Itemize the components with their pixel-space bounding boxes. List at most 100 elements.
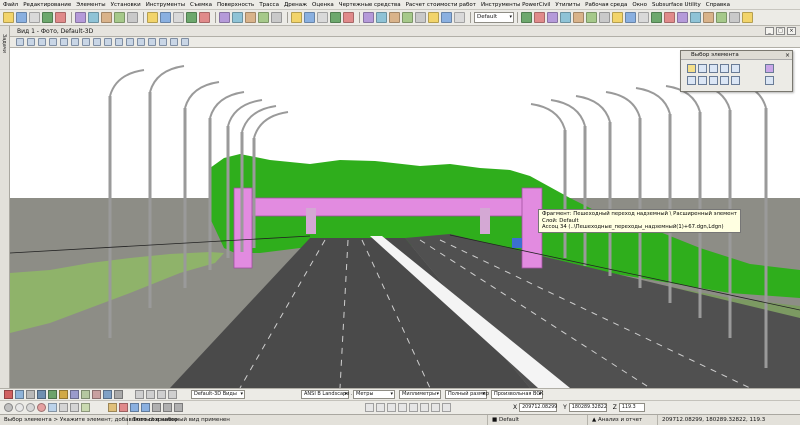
view-next-icon[interactable] [104,38,112,46]
paste-35-icon[interactable] [547,12,558,23]
camera-icon[interactable] [126,38,134,46]
acs-combo[interactable]: Произвольная ВСК ▾ [491,390,543,399]
block-select-icon[interactable] [698,64,707,73]
car-icon[interactable] [37,390,46,399]
save-42-icon[interactable] [638,12,649,23]
undo-16-icon[interactable] [232,12,243,23]
window-area-icon[interactable] [49,38,57,46]
copy-icon[interactable] [141,403,150,412]
save-32-icon[interactable] [454,12,465,23]
place-arc-icon[interactable] [376,403,385,412]
paste-15-icon[interactable] [219,12,230,23]
update-view-icon[interactable] [16,38,24,46]
walk-icon[interactable] [115,38,123,46]
help-49-icon[interactable] [729,12,740,23]
close-view-button[interactable]: × [787,27,796,35]
snap-icon[interactable] [4,390,13,399]
new-file-20-icon[interactable] [291,12,302,23]
redo-17-icon[interactable] [245,12,256,23]
open-file-21-icon[interactable] [304,12,315,23]
copy-4-icon[interactable] [55,12,66,23]
cut-13-icon[interactable] [186,12,197,23]
redo-37-icon[interactable] [573,12,584,23]
clip-volume-icon[interactable] [137,38,145,46]
cut-23-icon[interactable] [330,12,341,23]
ring-icon[interactable] [26,403,35,412]
menu-item-11[interactable]: Расчет стоимости работ [406,2,476,8]
redo-7-icon[interactable] [101,12,112,23]
edit-icon[interactable] [108,403,117,412]
menu-item-10[interactable]: Чертежные средства [339,2,401,8]
pattern-icon[interactable] [442,403,451,412]
target-icon[interactable] [37,403,46,412]
print-38-icon[interactable] [586,12,597,23]
rotate-tool-icon[interactable] [152,403,161,412]
zoom-in-icon[interactable] [27,38,35,46]
menu-item-13[interactable]: Утилиты [555,2,580,8]
menu-item-1[interactable]: Редактирование [23,2,71,8]
help-9-icon[interactable] [127,12,138,23]
add-mode-icon[interactable] [687,76,696,85]
select-arrow-icon[interactable] [687,64,696,73]
circle-icon[interactable] [15,403,24,412]
tasks-panel-strip[interactable]: Задачи [0,26,10,388]
new-file-50-icon[interactable] [742,12,753,23]
new-file-30-icon[interactable] [428,12,439,23]
level-display-icon[interactable] [170,38,178,46]
close-icon[interactable]: × [785,51,790,60]
rotate-view-icon[interactable] [71,38,79,46]
redo-27-icon[interactable] [389,12,400,23]
options-icon[interactable] [765,76,774,85]
sheet-size-combo[interactable]: ANSI B Landscape ... ▾ [301,390,356,399]
delete-icon[interactable] [119,403,128,412]
select-all-icon[interactable] [731,76,740,85]
cut-43-icon[interactable] [651,12,662,23]
undo-46-icon[interactable] [690,12,701,23]
render-icon[interactable] [103,390,112,399]
minimize-button[interactable]: _ [765,27,774,35]
undo-26-icon[interactable] [376,12,387,23]
scale-tool-icon[interactable] [163,403,172,412]
circle-select-icon[interactable] [720,64,729,73]
print-18-icon[interactable] [258,12,269,23]
accudraw-icon[interactable] [15,390,24,399]
cut-33-icon[interactable] [521,12,532,23]
open-file-41-icon[interactable] [625,12,636,23]
status-active-level[interactable]: ■ Default [488,415,588,425]
redo-47-icon[interactable] [703,12,714,23]
tool-b-icon[interactable] [168,390,177,399]
snap-mode-icon[interactable] [48,403,57,412]
open-file-31-icon[interactable] [441,12,452,23]
display-style-icon[interactable] [148,38,156,46]
clear-mode-icon[interactable] [720,76,729,85]
new-file-40-icon[interactable] [612,12,623,23]
menu-item-17[interactable]: Справка [706,2,730,8]
menu-item-15[interactable]: Окно [632,2,647,8]
copy-44-icon[interactable] [664,12,675,23]
fit-view-icon[interactable] [60,38,68,46]
tentative-icon[interactable] [59,403,68,412]
menu-item-4[interactable]: Инструменты [146,2,185,8]
undo-6-icon[interactable] [88,12,99,23]
save-22-icon[interactable] [317,12,328,23]
mirror-icon[interactable] [174,403,183,412]
print-8-icon[interactable] [114,12,125,23]
save-2-icon[interactable] [29,12,40,23]
z-coordinate-field[interactable]: 119.3 [618,403,645,412]
move-icon[interactable] [130,403,139,412]
paste-5-icon[interactable] [75,12,86,23]
copy-14-icon[interactable] [199,12,210,23]
view-attrs-icon[interactable] [135,390,144,399]
subtract-mode-icon[interactable] [698,76,707,85]
shape-select-icon[interactable] [709,64,718,73]
active-level-combo[interactable]: Default ▾ [474,12,514,23]
line-select-icon[interactable] [731,64,740,73]
paste-25-icon[interactable] [363,12,374,23]
view-attributes-icon[interactable] [159,38,167,46]
menu-item-16[interactable]: Subsurface Utility [652,2,701,8]
place-shape-icon[interactable] [387,403,396,412]
fence-icon[interactable] [70,390,79,399]
view-previous-icon[interactable] [93,38,101,46]
measure-icon[interactable] [398,403,407,412]
menu-item-3[interactable]: Установки [111,2,141,8]
